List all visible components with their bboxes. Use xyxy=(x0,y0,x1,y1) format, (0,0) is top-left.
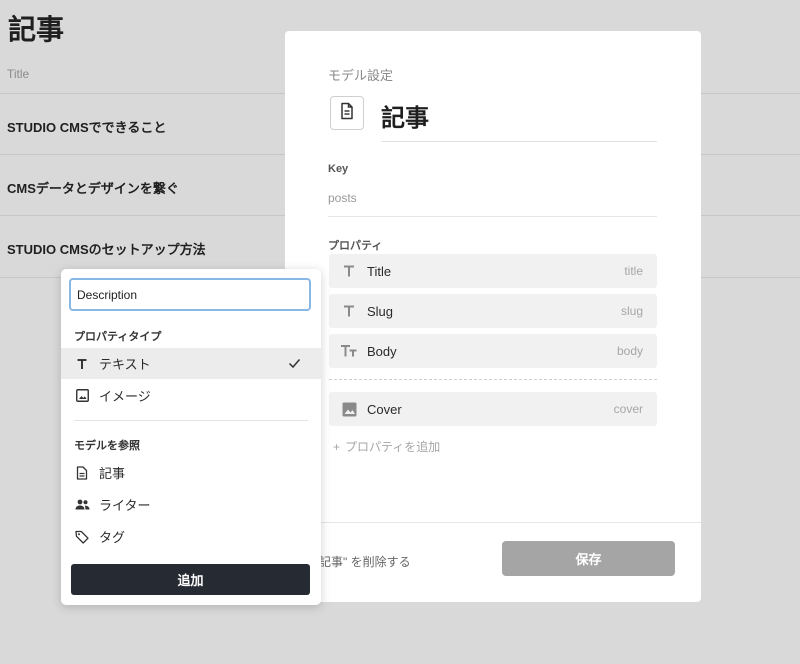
check-icon xyxy=(288,358,301,369)
modal-heading: モデル設定 xyxy=(328,68,394,83)
document-icon xyxy=(339,102,355,125)
ref-option-tag[interactable]: タグ xyxy=(61,521,321,552)
add-property-button[interactable]: + プロパティを追加 xyxy=(333,438,440,455)
row-title: CMSデータとデザインを繋ぐ xyxy=(7,181,179,196)
property-row-cover[interactable]: Cover cover xyxy=(329,392,657,426)
properties-label: プロパティ xyxy=(328,240,383,252)
people-icon xyxy=(74,497,90,513)
property-name: Title xyxy=(367,263,392,279)
ref-option-label: ライター xyxy=(99,498,151,513)
property-type-section-label: プロパティタイプ xyxy=(74,331,162,343)
ref-option-writer[interactable]: ライター xyxy=(61,489,321,520)
text-T-icon xyxy=(340,302,358,320)
type-option-image[interactable]: イメージ xyxy=(61,380,321,411)
type-option-text[interactable]: テキスト xyxy=(61,348,321,379)
rich-text-icon xyxy=(340,342,358,360)
property-key: title xyxy=(624,264,643,278)
property-key: body xyxy=(616,344,643,358)
text-T-icon xyxy=(340,262,358,280)
divider xyxy=(285,522,701,523)
add-button[interactable]: 追加 xyxy=(71,564,310,595)
save-button[interactable]: 保存 xyxy=(502,541,675,576)
ref-option-label: 記事 xyxy=(99,466,126,481)
row-title: STUDIO CMSでできること xyxy=(7,120,167,135)
text-T-icon xyxy=(74,356,90,372)
model-reference-section-label: モデルを参照 xyxy=(74,440,140,452)
ref-option-label: タグ xyxy=(99,530,126,545)
model-icon-button[interactable] xyxy=(330,96,364,130)
page-title: 記事 xyxy=(8,14,65,45)
divider xyxy=(74,420,308,421)
property-row-title[interactable]: Title title xyxy=(329,254,657,288)
property-name: Slug xyxy=(367,303,394,319)
property-key: cover xyxy=(613,402,643,416)
property-row-body[interactable]: Body body xyxy=(329,334,657,368)
property-row-slug[interactable]: Slug slug xyxy=(329,294,657,328)
property-name: Body xyxy=(367,343,397,359)
type-option-label: イメージ xyxy=(99,389,151,404)
type-option-label: テキスト xyxy=(99,357,151,372)
row-title: STUDIO CMSのセットアップ方法 xyxy=(7,242,206,257)
key-input[interactable]: posts xyxy=(328,191,657,217)
property-name-input[interactable] xyxy=(69,278,311,311)
delete-model-link[interactable]: 記事" を削除する xyxy=(319,553,411,570)
plus-icon: + xyxy=(333,440,341,454)
property-key: slug xyxy=(620,304,643,318)
model-settings-modal: モデル設定 記事 Key posts プロパティ Title title Slu… xyxy=(285,31,701,602)
divider xyxy=(329,379,657,380)
image-icon xyxy=(74,388,90,404)
ref-option-article[interactable]: 記事 xyxy=(61,457,321,488)
key-label: Key xyxy=(328,163,349,175)
image-icon xyxy=(340,400,358,418)
document-icon xyxy=(74,465,90,481)
property-name: Cover xyxy=(367,401,402,417)
add-property-label: プロパティを追加 xyxy=(345,440,441,454)
model-name-input[interactable]: 記事 xyxy=(381,101,657,142)
add-property-popover: プロパティタイプ テキスト イメージ モデルを参照 記事 ライター タグ xyxy=(61,269,321,605)
tag-icon xyxy=(74,529,90,545)
column-header-title[interactable]: Title xyxy=(7,67,29,81)
